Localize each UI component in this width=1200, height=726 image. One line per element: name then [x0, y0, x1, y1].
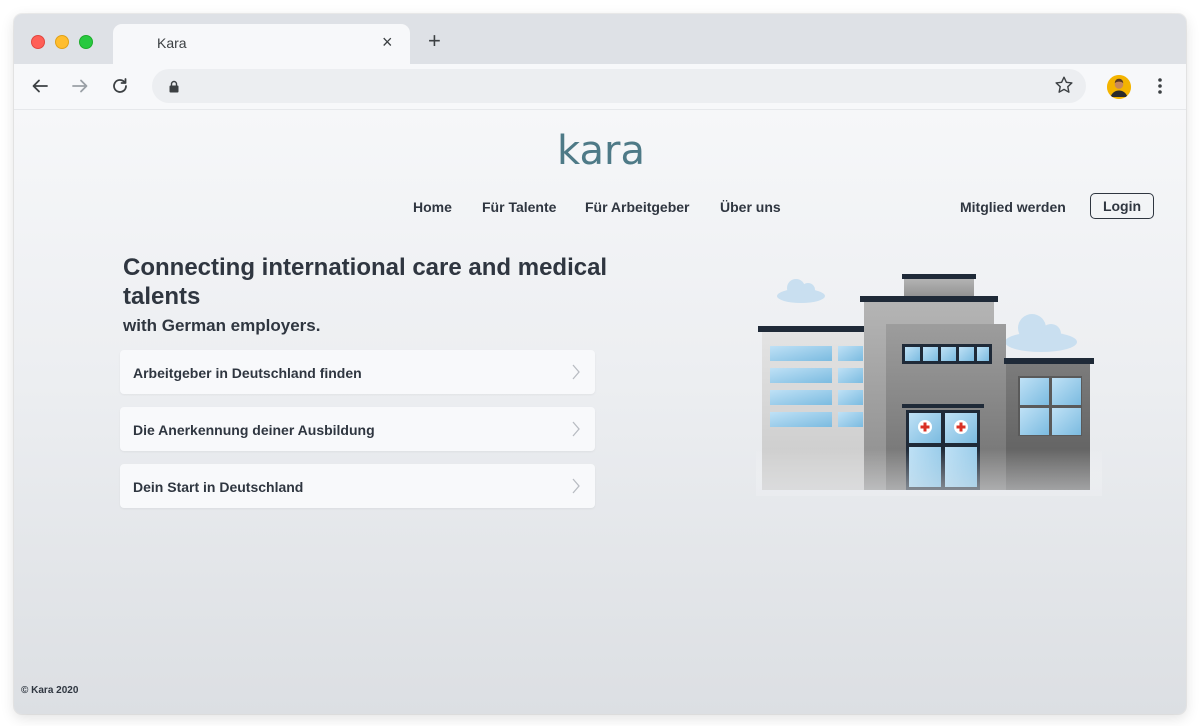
close-window-button[interactable]: [31, 35, 45, 49]
hero-subheadline: with German employers.: [123, 316, 321, 335]
address-bar[interactable]: [152, 69, 1086, 103]
card-start[interactable]: Dein Start in Deutschland: [120, 464, 595, 508]
hospital-illustration: [756, 260, 1102, 501]
card-label: Die Anerkennung deiner Ausbildung: [133, 422, 375, 438]
hero-headline: Connecting international care and medica…: [123, 254, 608, 310]
tab-bar: Kara × +: [14, 14, 1186, 64]
back-arrow-icon[interactable]: [28, 74, 52, 98]
login-button[interactable]: Login: [1090, 193, 1154, 219]
web-page: kara Home Für Talente Für Arbeitgeber Üb…: [14, 110, 1186, 714]
join-link[interactable]: Mitglied werden: [960, 199, 1066, 215]
logo-text: kara: [557, 130, 645, 172]
card-find-employer[interactable]: Arbeitgeber in Deutschland finden: [120, 350, 595, 394]
minimize-window-button[interactable]: [55, 35, 69, 49]
avatar[interactable]: [1107, 75, 1131, 99]
chevron-right-icon: [571, 477, 581, 500]
nav-talents[interactable]: Für Talente: [482, 199, 556, 215]
maximize-window-button[interactable]: [79, 35, 93, 49]
kebab-menu-icon[interactable]: [1150, 74, 1170, 98]
reload-icon[interactable]: [108, 74, 132, 98]
nav-employers[interactable]: Für Arbeitgeber: [585, 199, 690, 215]
forward-arrow-icon[interactable]: [68, 74, 92, 98]
tab-close-icon[interactable]: ×: [382, 32, 393, 52]
nav-about[interactable]: Über uns: [720, 199, 781, 215]
nav-home[interactable]: Home: [413, 199, 452, 215]
browser-tab[interactable]: Kara ×: [113, 24, 410, 64]
browser-window: Kara × + kara Home Für Talente Für Arbei…: [14, 14, 1186, 714]
footer-copyright: © Kara 2020: [21, 685, 79, 696]
chevron-right-icon: [571, 363, 581, 386]
star-icon[interactable]: [1054, 75, 1074, 101]
new-tab-button[interactable]: +: [428, 29, 441, 53]
card-recognition[interactable]: Die Anerkennung deiner Ausbildung: [120, 407, 595, 451]
chevron-right-icon: [571, 420, 581, 443]
card-label: Arbeitgeber in Deutschland finden: [133, 365, 362, 381]
browser-toolbar: [14, 64, 1186, 110]
card-label: Dein Start in Deutschland: [133, 479, 304, 495]
lock-icon: [168, 80, 180, 98]
tab-title: Kara: [157, 35, 187, 51]
kara-logo[interactable]: kara: [554, 128, 648, 177]
